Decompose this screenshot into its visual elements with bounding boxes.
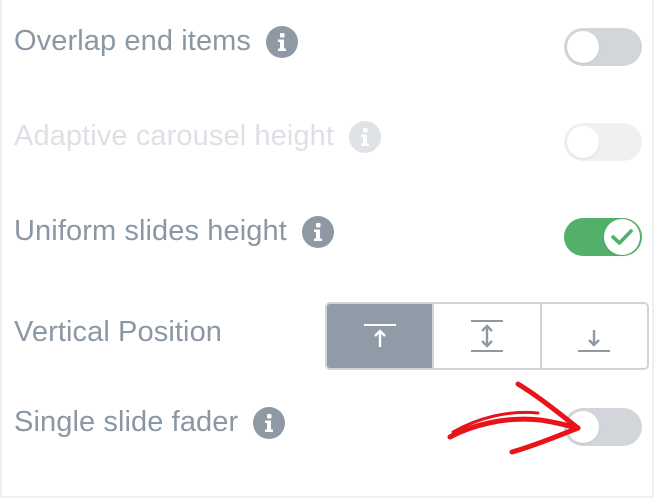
- info-icon[interactable]: [301, 215, 334, 248]
- checkmark-icon: [611, 229, 633, 245]
- adaptive-carousel-height-label: Adaptive carousel height: [14, 120, 334, 152]
- overlap-end-items-toggle[interactable]: [564, 28, 642, 66]
- align-middle-icon: [470, 320, 503, 352]
- info-icon[interactable]: [266, 25, 299, 58]
- uniform-slides-height-label: Uniform slides height: [14, 215, 287, 247]
- toggle-knob: [567, 411, 599, 443]
- adaptive-carousel-height-toggle: [564, 123, 642, 161]
- toggle-knob: [567, 126, 599, 158]
- settings-panel: Overlap end items Adaptive carousel heig…: [0, 0, 654, 498]
- uniform-slides-height-row: Uniform slides height: [14, 215, 334, 248]
- single-slide-fader-row: Single slide fader: [14, 406, 286, 439]
- overlap-end-items-row: Overlap end items: [14, 25, 299, 58]
- align-top-icon: [363, 324, 396, 347]
- vertical-position-middle-option[interactable]: [432, 304, 539, 368]
- single-slide-fader-toggle[interactable]: [564, 408, 642, 446]
- info-icon: [349, 120, 381, 153]
- uniform-slides-height-toggle[interactable]: [564, 218, 642, 256]
- vertical-position-row: Vertical Position: [14, 316, 222, 349]
- vertical-position-segmented-control: [325, 302, 649, 370]
- vertical-position-bottom-option[interactable]: [539, 304, 647, 368]
- info-icon[interactable]: [253, 406, 286, 439]
- toggle-knob: [567, 31, 599, 63]
- overlap-end-items-label: Overlap end items: [14, 25, 252, 57]
- toggle-knob: [604, 219, 640, 255]
- vertical-position-top-option[interactable]: [327, 304, 433, 368]
- single-slide-fader-label: Single slide fader: [14, 406, 239, 438]
- adaptive-carousel-height-row: Adaptive carousel height: [14, 120, 381, 153]
- align-bottom-icon: [578, 330, 611, 352]
- vertical-position-label: Vertical Position: [14, 316, 223, 348]
